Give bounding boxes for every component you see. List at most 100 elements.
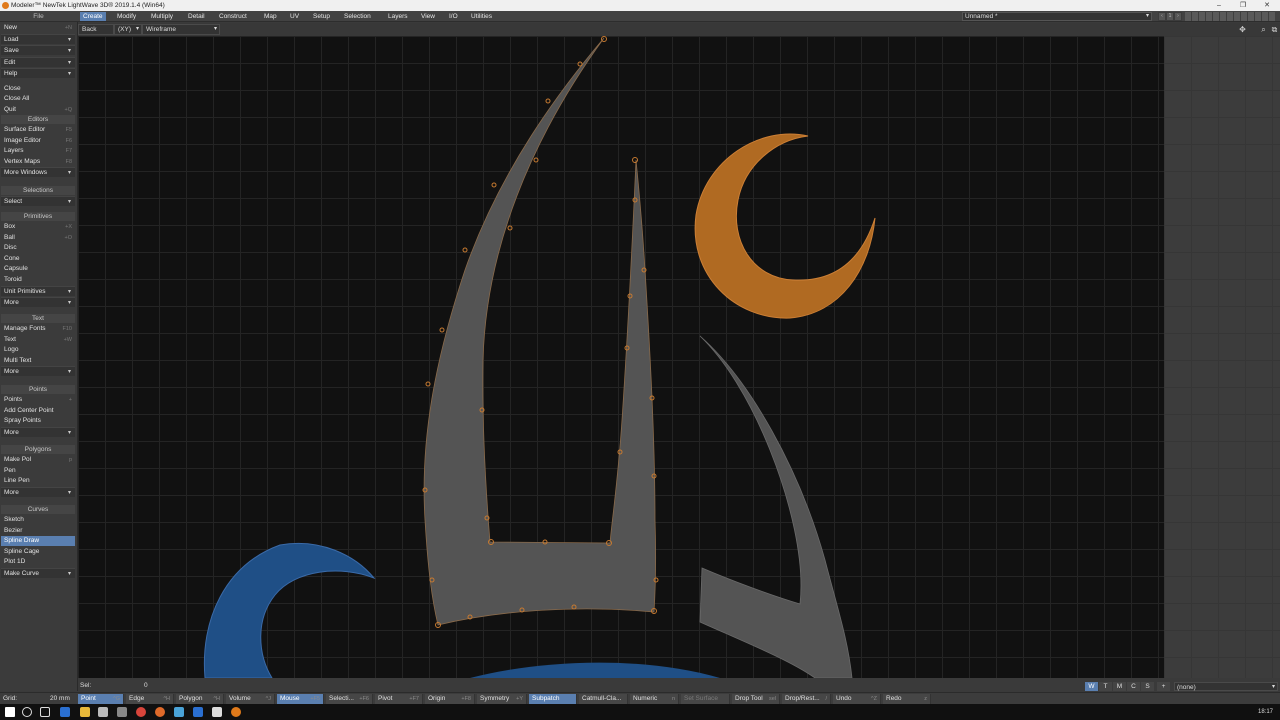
sidebar-item-layers[interactable]: Layers F7 xyxy=(1,146,75,156)
sidebar-item-manage-fonts[interactable]: Manage Fonts F10 xyxy=(1,324,75,334)
firefox-icon[interactable] xyxy=(155,707,165,717)
toolbar-button-redo[interactable]: Redo z xyxy=(883,694,931,704)
toolbar-button-polygon[interactable]: Polygon ^H xyxy=(176,694,224,704)
sidebar-item-unit-primitives[interactable]: Unit Primitives xyxy=(1,285,75,297)
sidebar-item-more[interactable]: More xyxy=(1,426,75,438)
sidebar-item-quit[interactable]: Quit +Q xyxy=(1,105,75,115)
tab-modify[interactable]: Modify xyxy=(114,12,139,21)
sidebar-item-cone[interactable]: Cone xyxy=(1,254,75,264)
sidebar-item-more-windows[interactable]: More Windows xyxy=(1,167,75,178)
edge-browser-icon[interactable] xyxy=(60,707,70,717)
sidebar-item-ball[interactable]: Ball +O xyxy=(1,233,75,243)
sidebar-item-toroid[interactable]: Toroid xyxy=(1,275,75,285)
app-icon-9[interactable] xyxy=(212,707,222,717)
toolbar-button-pivot[interactable]: Pivot +F7 xyxy=(375,694,423,704)
material-toggle[interactable]: M xyxy=(1113,682,1126,691)
tab-view[interactable]: View xyxy=(418,12,438,21)
wireframe-toggle[interactable]: W xyxy=(1085,682,1098,691)
sidebar-item-edit[interactable]: Edit xyxy=(1,56,75,68)
tab-multiply[interactable]: Multiply xyxy=(148,12,176,21)
view-axis-dropdown[interactable]: (XY) xyxy=(114,24,142,35)
layer-number[interactable]: 1 xyxy=(1166,12,1174,21)
file-menu-label[interactable]: File xyxy=(0,11,77,22)
sidebar-item-select[interactable]: Select xyxy=(1,196,75,207)
sidebar-item-spline-cage[interactable]: Spline Cage xyxy=(1,547,75,557)
app-icon-8[interactable] xyxy=(193,707,203,717)
sidebar-item-points[interactable]: Points + xyxy=(1,395,75,405)
toolbar-button-drop-tool[interactable]: Drop Tool sel xyxy=(732,694,780,704)
sidebar-item-pen[interactable]: Pen xyxy=(1,466,75,476)
sidebar-item-help[interactable]: Help xyxy=(1,68,75,79)
next-layer-icon[interactable]: › xyxy=(1174,12,1182,21)
sidebar-item-line-pen[interactable]: Line Pen xyxy=(1,476,75,486)
sidebar-item-image-editor[interactable]: Image Editor F6 xyxy=(1,136,75,146)
scene-selector[interactable]: Unnamed * xyxy=(962,12,1152,21)
sidebar-item-multi-text[interactable]: Multi Text xyxy=(1,356,75,366)
tab-detail[interactable]: Detail xyxy=(185,12,208,21)
sidebar-item-more[interactable]: More xyxy=(1,366,75,377)
toolbar-button-origin[interactable]: Origin +F8 xyxy=(425,694,475,704)
tab-layers[interactable]: Layers xyxy=(385,12,411,21)
toolbar-button-set-surface[interactable]: Set Surface xyxy=(681,694,730,704)
close-button[interactable]: ✕ xyxy=(1256,0,1278,11)
sketch-toggle[interactable]: S xyxy=(1141,682,1154,691)
move-view-icon[interactable]: ✥ xyxy=(1238,25,1247,34)
tab-io[interactable]: I/O xyxy=(446,12,461,21)
toolbar-button-numeric[interactable]: Numeric n xyxy=(630,694,679,704)
add-map-toggle[interactable]: + xyxy=(1157,682,1170,691)
texture-toggle[interactable]: T xyxy=(1099,682,1112,691)
tab-map[interactable]: Map xyxy=(261,12,280,21)
toolbar-button-point[interactable]: Point ^G xyxy=(78,694,124,704)
sidebar-item-disc[interactable]: Disc xyxy=(1,243,75,253)
tab-uv[interactable]: UV xyxy=(287,12,302,21)
maximize-viewport-icon[interactable]: ⧉ xyxy=(1270,25,1279,34)
tab-utilities[interactable]: Utilities xyxy=(468,12,495,21)
sidebar-item-bezier[interactable]: Bezier xyxy=(1,526,75,536)
maximize-button[interactable]: ❐ xyxy=(1232,0,1254,11)
app-icon-7[interactable] xyxy=(174,707,184,717)
file-explorer-icon[interactable] xyxy=(80,707,90,717)
sidebar-item-make-curve[interactable]: Make Curve xyxy=(1,568,75,579)
layer-bank-strip[interactable] xyxy=(1185,12,1275,21)
sidebar-item-close-all[interactable]: Close All xyxy=(1,94,75,104)
sidebar-item-new[interactable]: New +N xyxy=(1,23,75,33)
prev-layer-icon[interactable]: ‹ xyxy=(1158,12,1166,21)
toolbar-button-symmetry[interactable]: Symmetry +Y xyxy=(477,694,527,704)
sidebar-item-text[interactable]: Text +W xyxy=(1,335,75,345)
windows-start-icon[interactable] xyxy=(5,707,15,717)
render-mode-dropdown[interactable]: Wireframe xyxy=(142,24,220,35)
toolbar-button-subpatch[interactable]: Subpatch xyxy=(529,694,577,704)
modeling-viewport[interactable] xyxy=(78,36,1164,678)
sidebar-item-surface-editor[interactable]: Surface Editor F5 xyxy=(1,125,75,135)
sidebar-item-box[interactable]: Box +X xyxy=(1,222,75,232)
toolbar-button-mouse[interactable]: Mouse +F5 xyxy=(277,694,324,704)
toolbar-button-undo[interactable]: Undo ^Z xyxy=(833,694,881,704)
sidebar-item-spline-draw[interactable]: Spline Draw xyxy=(1,536,75,547)
minimize-button[interactable]: – xyxy=(1208,0,1230,11)
lightwave-taskbar-icon[interactable] xyxy=(231,707,241,717)
sidebar-item-more[interactable]: More xyxy=(1,297,75,308)
sidebar-item-capsule[interactable]: Capsule xyxy=(1,264,75,274)
toolbar-button-selecti[interactable]: Selecti... +F6 xyxy=(326,694,373,704)
sidebar-item-save[interactable]: Save xyxy=(1,45,75,56)
tab-construct[interactable]: Construct xyxy=(216,12,250,21)
color-toggle[interactable]: C xyxy=(1127,682,1140,691)
toolbar-button-volume[interactable]: Volume ^J xyxy=(226,694,275,704)
toolbar-button-edge[interactable]: Edge ^H xyxy=(126,694,174,704)
toolbar-button-catmull-cla[interactable]: Catmull-Cla... xyxy=(579,694,628,704)
store-icon[interactable] xyxy=(98,707,108,717)
sidebar-item-close[interactable]: Close xyxy=(1,84,75,94)
zoom-icon[interactable]: ⌕ xyxy=(1259,25,1268,34)
toolbar-button-drop-rest[interactable]: Drop/Rest... / xyxy=(782,694,831,704)
sidebar-item-logo[interactable]: Logo xyxy=(1,345,75,355)
task-view-icon[interactable] xyxy=(40,707,50,717)
tab-selection[interactable]: Selection xyxy=(341,12,374,21)
sidebar-item-plot-1d[interactable]: Plot 1D xyxy=(1,557,75,567)
sidebar-item-make-pol[interactable]: Make Pol p xyxy=(1,455,75,465)
tab-create[interactable]: Create xyxy=(80,12,106,21)
chrome-icon[interactable] xyxy=(136,707,146,717)
sidebar-item-add-center-point[interactable]: Add Center Point xyxy=(1,406,75,416)
sidebar-item-sketch[interactable]: Sketch xyxy=(1,515,75,525)
search-icon[interactable] xyxy=(22,707,32,717)
vertex-map-dropdown[interactable]: (none) xyxy=(1174,682,1278,692)
